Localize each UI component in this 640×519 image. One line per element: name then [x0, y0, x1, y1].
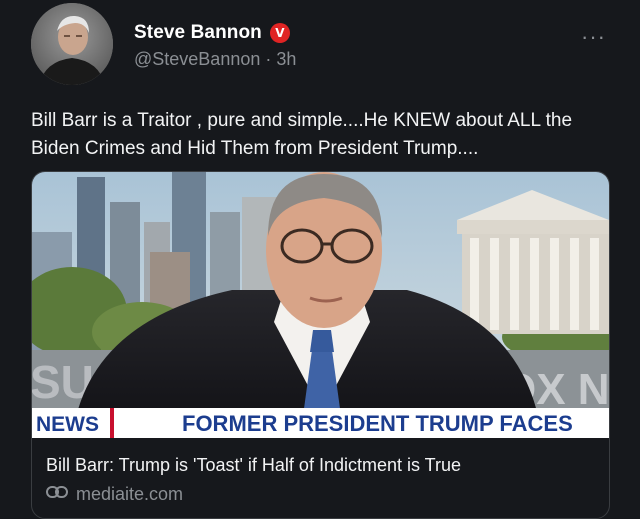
author-name-row: Steve Bannon V [134, 22, 290, 44]
verified-badge-letter: V [275, 26, 285, 40]
chyron-headline: FORMER PRESIDENT TRUMP FACES [182, 411, 573, 436]
link-preview-image[interactable]: SU OX NE NEWS FORMER PRESIDENT TRUMP FAC… [32, 172, 609, 438]
link-preview-title[interactable]: Bill Barr: Trump is 'Toast' if Half of I… [46, 455, 461, 476]
link-preview-domain-row[interactable]: mediaite.com [46, 484, 183, 505]
verified-badge-icon: V [269, 23, 290, 43]
chyron-label: NEWS [36, 413, 99, 436]
post-timestamp[interactable]: 3h [276, 49, 296, 69]
link-icon [46, 484, 68, 505]
link-preview-card[interactable]: SU OX NE NEWS FORMER PRESIDENT TRUMP FAC… [31, 171, 610, 519]
avatar[interactable] [31, 3, 113, 85]
more-options-icon[interactable]: ··· [581, 24, 606, 50]
author-display-name[interactable]: Steve Bannon [134, 22, 262, 44]
link-preview-domain: mediaite.com [76, 484, 184, 504]
handle-time-separator: · [265, 49, 272, 69]
author-handle-row: @SteveBannon · 3h [134, 49, 296, 70]
post-text: Bill Barr is a Traitor , pure and simple… [31, 110, 573, 159]
author-handle[interactable]: @SteveBannon [134, 49, 260, 69]
